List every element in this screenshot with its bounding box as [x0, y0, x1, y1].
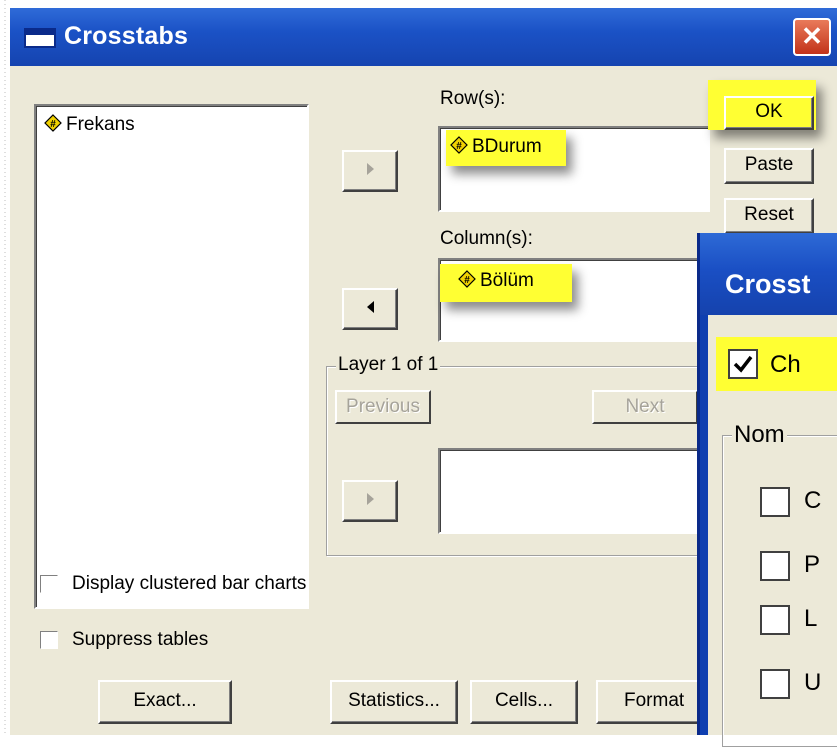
previous-button[interactable]: Previous [335, 390, 431, 424]
reset-button[interactable]: Reset [724, 198, 814, 234]
layer-label: Layer 1 of 1 [336, 354, 441, 376]
left-arrow-icon [366, 301, 374, 313]
variable-list[interactable]: # Frekans [34, 104, 309, 609]
uncertainty-label: U [804, 669, 822, 696]
svg-text:#: # [464, 275, 470, 286]
contingency-checkbox[interactable] [760, 487, 790, 517]
columns-label: Column(s): [440, 228, 533, 249]
suppress-tables-checkbox[interactable] [40, 631, 58, 649]
paste-button[interactable]: Paste [724, 148, 814, 184]
list-item[interactable]: # Frekans [44, 114, 135, 136]
layer-list[interactable] [438, 448, 710, 534]
uncertainty-checkbox[interactable] [760, 669, 790, 699]
window-title: Crosstabs [64, 22, 189, 50]
subdialog-body: Ch Nom C P L U [708, 315, 837, 747]
phi-label: P [804, 551, 821, 578]
close-button[interactable]: ✕ [793, 18, 831, 56]
lambda-label: L [804, 605, 818, 632]
chi-square-checkbox[interactable] [728, 349, 758, 379]
move-from-columns-button[interactable] [342, 288, 398, 330]
variable-icon: # [450, 136, 468, 154]
rows-item[interactable]: # BDurum [450, 136, 542, 158]
clustered-bar-label: Display clustered bar charts [72, 573, 307, 594]
variable-icon: # [44, 114, 62, 132]
statistics-button[interactable]: Statistics... [330, 680, 458, 724]
background-dotted-line [0, 0, 10, 735]
check-mark-icon [733, 355, 753, 373]
rows-label: Row(s): [440, 88, 506, 109]
chi-square-label: Ch [770, 351, 801, 378]
suppress-tables-label: Suppress tables [72, 629, 209, 650]
move-to-layer-button[interactable] [342, 480, 398, 522]
variable-label: Frekans [66, 114, 135, 135]
clustered-bar-checkbox[interactable] [40, 575, 58, 593]
title-bar[interactable]: Crosstabs ✕ [10, 8, 837, 66]
nominal-group [722, 435, 837, 747]
exact-button[interactable]: Exact... [98, 680, 232, 724]
right-arrow-icon [366, 493, 374, 505]
lambda-checkbox[interactable] [760, 605, 790, 635]
cells-button[interactable]: Cells... [470, 680, 578, 724]
next-button[interactable]: Next [592, 390, 698, 424]
ok-button[interactable]: OK [724, 96, 814, 130]
format-button[interactable]: Format [596, 680, 704, 724]
svg-text:#: # [50, 119, 56, 130]
columns-item[interactable]: # Bölüm [458, 270, 534, 292]
window-icon [24, 28, 56, 48]
variable-icon: # [458, 270, 476, 288]
subdialog-title-bar[interactable]: Crosst [700, 233, 837, 315]
nominal-label: Nom [732, 421, 787, 449]
subdialog-title: Crosst [725, 269, 811, 299]
phi-checkbox[interactable] [760, 551, 790, 581]
statistics-subdialog: Crosst Ch Nom C P L U [697, 233, 837, 747]
right-arrow-icon [366, 163, 374, 175]
rows-item-label: BDurum [472, 136, 542, 157]
svg-text:#: # [456, 141, 462, 152]
move-to-rows-button[interactable] [342, 150, 398, 192]
contingency-label: C [804, 487, 822, 514]
columns-item-label: Bölüm [480, 270, 534, 291]
